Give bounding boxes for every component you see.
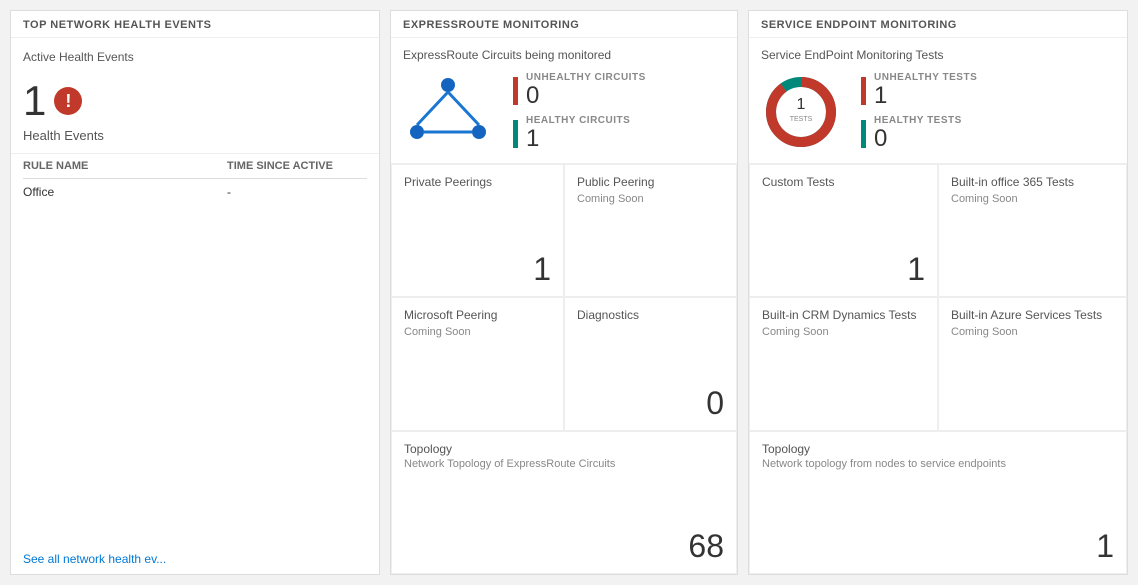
col-rule-header: RULE NAME	[23, 160, 227, 172]
unhealthy-circuits-value: 0	[526, 83, 646, 109]
row-rule: Office	[23, 185, 227, 199]
diagnostics-tile[interactable]: Diagnostics 0	[564, 297, 737, 430]
office365-tests-tile[interactable]: Built-in office 365 Tests Coming Soon	[938, 164, 1127, 297]
microsoft-peering-title: Microsoft Peering	[404, 308, 551, 322]
public-peering-title: Public Peering	[577, 175, 724, 189]
private-peerings-value: 1	[533, 251, 551, 288]
healthy-tests-value: 0	[874, 126, 962, 152]
healthy-circuits-value: 1	[526, 126, 630, 152]
azure-tests-subtitle: Coming Soon	[951, 326, 1114, 338]
er-topology-value: 68	[688, 528, 724, 565]
microsoft-peering-tile[interactable]: Microsoft Peering Coming Soon	[391, 297, 564, 430]
er-topology-title: Topology	[404, 442, 724, 456]
healthy-text: HEALTHY CIRCUITS 1	[526, 115, 630, 152]
sep-legend: UNHEALTHY TESTS 1 HEALTHY TESTS 0	[861, 72, 977, 153]
table-row: Office -	[23, 179, 367, 205]
unhealthy-tests-label: UNHEALTHY TESTS	[874, 72, 977, 83]
microsoft-peering-subtitle: Coming Soon	[404, 326, 551, 338]
er-legend: UNHEALTHY CIRCUITS 0 HEALTHY CIRCUITS 1	[513, 72, 646, 153]
azure-tests-title: Built-in Azure Services Tests	[951, 308, 1114, 322]
public-peering-subtitle: Coming Soon	[577, 193, 724, 205]
unhealthy-tests-text: UNHEALTHY TESTS 1	[874, 72, 977, 109]
middle-panel: EXPRESSROUTE MONITORING ExpressRoute Cir…	[390, 10, 738, 575]
azure-tests-tile[interactable]: Built-in Azure Services Tests Coming Soo…	[938, 297, 1127, 430]
unhealthy-circuits-item: UNHEALTHY CIRCUITS 0	[513, 72, 646, 109]
donut-chart: 1 TESTS	[761, 72, 841, 152]
sep-topology-subtitle: Network topology from nodes to service e…	[762, 458, 1114, 470]
custom-tests-tile[interactable]: Custom Tests 1	[749, 164, 938, 297]
healthy-circuits-item: HEALTHY CIRCUITS 1	[513, 115, 646, 152]
healthy-bar	[513, 120, 518, 148]
office365-tests-subtitle: Coming Soon	[951, 193, 1114, 205]
error-icon: !	[54, 87, 82, 115]
public-peering-tile[interactable]: Public Peering Coming Soon	[564, 164, 737, 297]
office365-tests-title: Built-in office 365 Tests	[951, 175, 1114, 189]
healthy-tests-item: HEALTHY TESTS 0	[861, 115, 977, 152]
health-count: 1	[23, 80, 46, 122]
col-time-header: TIME SINCE ACTIVE	[227, 160, 367, 172]
healthy-circuits-label: HEALTHY CIRCUITS	[526, 115, 630, 126]
diagnostics-title: Diagnostics	[577, 308, 724, 322]
er-sub-grid: Private Peerings 1 Public Peering Coming…	[391, 164, 737, 574]
middle-panel-header: EXPRESSROUTE MONITORING	[391, 11, 737, 38]
er-topology-tile[interactable]: Topology Network Topology of ExpressRout…	[391, 431, 737, 574]
crm-tests-tile[interactable]: Built-in CRM Dynamics Tests Coming Soon	[749, 297, 938, 430]
left-panel: TOP NETWORK HEALTH EVENTS Active Health …	[10, 10, 380, 575]
unhealthy-bar	[513, 77, 518, 105]
healthy-tests-label: HEALTHY TESTS	[874, 115, 962, 126]
sep-summary: Service EndPoint Monitoring Tests 1 TEST…	[749, 38, 1127, 164]
custom-tests-value: 1	[907, 251, 925, 288]
network-icon	[403, 77, 493, 147]
custom-tests-title: Custom Tests	[762, 175, 925, 189]
right-panel: SERVICE ENDPOINT MONITORING Service EndP…	[748, 10, 1128, 575]
see-all-link[interactable]: See all network health ev...	[11, 544, 379, 574]
row-time: -	[227, 185, 367, 199]
sep-stats-row: 1 TESTS UNHEALTHY TESTS 1	[761, 72, 1115, 153]
health-events-label: Health Events	[23, 128, 367, 143]
er-summary: ExpressRoute Circuits being monitored	[391, 38, 737, 164]
events-table: RULE NAME TIME SINCE ACTIVE Office -	[11, 154, 379, 205]
svg-text:1: 1	[797, 96, 806, 113]
private-peerings-tile[interactable]: Private Peerings 1	[391, 164, 564, 297]
sep-topology-title: Topology	[762, 442, 1114, 456]
crm-tests-subtitle: Coming Soon	[762, 326, 925, 338]
health-summary: Active Health Events 1 ! Health Events	[11, 38, 379, 154]
unhealthy-text: UNHEALTHY CIRCUITS 0	[526, 72, 646, 109]
unhealthy-tests-bar	[861, 77, 866, 105]
private-peerings-title: Private Peerings	[404, 175, 551, 189]
svg-text:TESTS: TESTS	[790, 116, 813, 123]
events-table-header: RULE NAME TIME SINCE ACTIVE	[23, 154, 367, 179]
sep-sub-grid: Custom Tests 1 Built-in office 365 Tests…	[749, 164, 1127, 574]
er-stats-row: UNHEALTHY CIRCUITS 0 HEALTHY CIRCUITS 1	[403, 72, 725, 153]
active-label: Active Health Events	[23, 50, 367, 64]
unhealthy-tests-value: 1	[874, 83, 977, 109]
er-subtitle: ExpressRoute Circuits being monitored	[403, 48, 725, 62]
diagnostics-value: 0	[706, 385, 724, 422]
sep-subtitle: Service EndPoint Monitoring Tests	[761, 48, 1115, 62]
er-topology-subtitle: Network Topology of ExpressRoute Circuit…	[404, 458, 724, 470]
healthy-tests-text: HEALTHY TESTS 0	[874, 115, 962, 152]
healthy-tests-bar	[861, 120, 866, 148]
unhealthy-circuits-label: UNHEALTHY CIRCUITS	[526, 72, 646, 83]
crm-tests-title: Built-in CRM Dynamics Tests	[762, 308, 925, 322]
unhealthy-tests-item: UNHEALTHY TESTS 1	[861, 72, 977, 109]
sep-topology-value: 1	[1096, 528, 1114, 565]
left-panel-header: TOP NETWORK HEALTH EVENTS	[11, 11, 379, 38]
sep-topology-tile[interactable]: Topology Network topology from nodes to …	[749, 431, 1127, 574]
right-panel-header: SERVICE ENDPOINT MONITORING	[749, 11, 1127, 38]
health-count-row: 1 !	[23, 80, 367, 122]
